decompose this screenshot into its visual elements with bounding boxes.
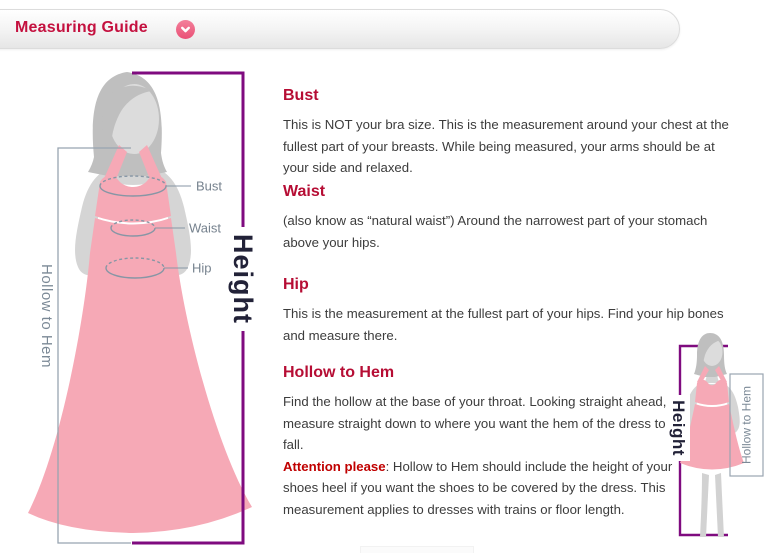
waist-label: Waist (189, 221, 221, 236)
page-title: Measuring Guide (15, 19, 148, 37)
section-heading: Waist (283, 183, 743, 201)
small-woman-head (694, 333, 727, 377)
section-bust: Bust This is NOT your bra size. This is … (283, 87, 743, 179)
measuring-guide-page: Measuring Guide (0, 0, 778, 553)
svg-text:Hollow to Hem: Hollow to Hem (740, 386, 754, 464)
section-body: Find the hollow at the base of your thro… (283, 391, 675, 521)
section-heading: Hollow to Hem (283, 364, 675, 382)
dress-illustration (28, 145, 252, 533)
svg-text:Hollow to Hem: Hollow to Hem (38, 264, 55, 368)
height-vertical-label: Height (228, 227, 258, 331)
small-woman-legs (700, 473, 724, 537)
section-heading: Bust (283, 87, 743, 105)
chevron-down-icon[interactable] (176, 20, 195, 39)
hip-label: Hip (192, 261, 212, 276)
measurement-diagram-small: Hollow to Hem Height (655, 325, 778, 553)
section-body: (also know as “natural waist”) Around th… (283, 210, 743, 253)
next-section-edge (360, 546, 474, 553)
attention-label: Attention please (283, 459, 386, 474)
chevron-glyph (179, 23, 192, 36)
hollow-body-text: Find the hollow at the base of your thro… (283, 394, 666, 452)
woman-head (88, 72, 167, 176)
section-hollow-to-hem: Hollow to Hem Find the hollow at the bas… (283, 364, 675, 521)
section-waist: Waist (also know as “natural waist”) Aro… (283, 183, 743, 253)
section-heading: Hip (283, 276, 743, 294)
hollow-to-hem-vertical-label: Hollow to Hem (38, 264, 55, 368)
measuring-guide-header[interactable]: Measuring Guide (0, 9, 680, 49)
bust-label: Bust (196, 179, 222, 194)
hollow-to-hem-vertical-label-small: Hollow to Hem (740, 386, 754, 464)
section-body: This is NOT your bra size. This is the m… (283, 114, 743, 179)
svg-text:Height: Height (669, 400, 688, 456)
svg-text:Height: Height (228, 234, 258, 324)
height-vertical-label-small: Height (668, 395, 690, 461)
measurement-diagram-large: Bust Waist Hip Hollow to Hem Height (0, 55, 280, 553)
